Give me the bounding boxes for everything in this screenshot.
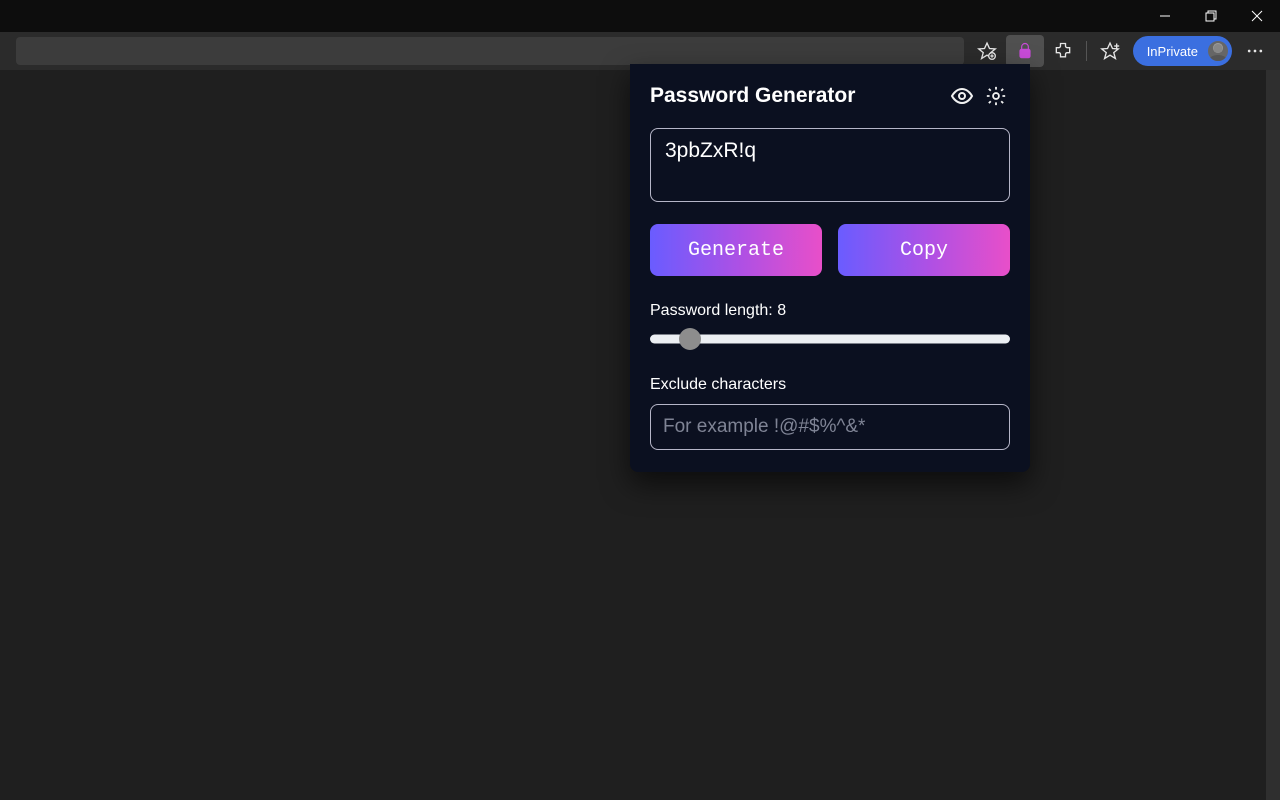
slider-track xyxy=(650,335,1010,344)
popup-button-row: Generate Copy xyxy=(650,224,1010,276)
length-label-prefix: Password length: xyxy=(650,302,777,319)
length-value: 8 xyxy=(777,302,786,319)
settings-icon[interactable] xyxy=(982,82,1010,110)
inprivate-label: InPrivate xyxy=(1147,44,1198,59)
extension-lock-icon[interactable] xyxy=(1006,35,1044,67)
length-label: Password length: 8 xyxy=(650,302,1010,320)
more-menu-icon[interactable] xyxy=(1236,35,1274,67)
generate-button[interactable]: Generate xyxy=(650,224,822,276)
exclude-input[interactable] xyxy=(650,404,1010,450)
restore-button[interactable] xyxy=(1188,0,1234,32)
password-output[interactable]: 3pbZxR!q xyxy=(650,128,1010,202)
page-content: Password Generator 3pbZxR!q Generate Cop… xyxy=(0,70,1280,800)
favorites-icon[interactable] xyxy=(1091,35,1129,67)
extensions-icon[interactable] xyxy=(1044,35,1082,67)
slider-thumb[interactable] xyxy=(679,328,701,350)
bookmark-add-icon[interactable] xyxy=(968,35,1006,67)
toolbar-divider xyxy=(1086,41,1087,61)
close-button[interactable] xyxy=(1234,0,1280,32)
popup-header: Password Generator xyxy=(650,82,1010,110)
copy-button[interactable]: Copy xyxy=(838,224,1010,276)
window-titlebar xyxy=(0,0,1280,32)
password-generator-popup: Password Generator 3pbZxR!q Generate Cop… xyxy=(630,64,1030,472)
avatar-icon xyxy=(1206,39,1230,63)
inprivate-pill[interactable]: InPrivate xyxy=(1133,36,1232,66)
length-slider[interactable] xyxy=(650,330,1010,348)
address-bar[interactable] xyxy=(16,37,964,65)
popup-title: Password Generator xyxy=(650,84,942,108)
visibility-toggle-icon[interactable] xyxy=(948,82,976,110)
exclude-label: Exclude characters xyxy=(650,376,1010,394)
minimize-button[interactable] xyxy=(1142,0,1188,32)
vertical-scrollbar[interactable] xyxy=(1266,70,1280,800)
